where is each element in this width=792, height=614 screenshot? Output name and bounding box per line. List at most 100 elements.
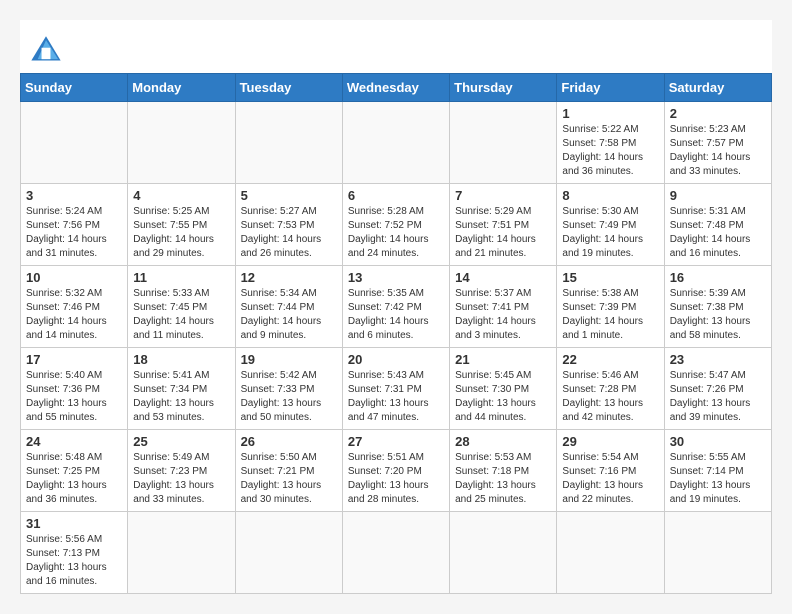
calendar-cell [342, 102, 449, 184]
day-info: Sunrise: 5:24 AM Sunset: 7:56 PM Dayligh… [26, 205, 122, 261]
week-row-4: 17 Sunrise: 5:40 AM Sunset: 7:36 PM Dayli… [21, 348, 772, 430]
calendar-cell: 10 Sunrise: 5:32 AM Sunset: 7:46 PM Dayli… [21, 266, 128, 348]
day-number: 12 [241, 270, 337, 285]
day-info: Sunrise: 5:46 AM Sunset: 7:28 PM Dayligh… [562, 369, 658, 425]
calendar-cell [235, 102, 342, 184]
calendar-cell: 11 Sunrise: 5:33 AM Sunset: 7:45 PM Dayli… [128, 266, 235, 348]
day-info: Sunrise: 5:31 AM Sunset: 7:48 PM Dayligh… [670, 205, 766, 261]
calendar-cell: 26 Sunrise: 5:50 AM Sunset: 7:21 PM Dayli… [235, 430, 342, 512]
day-info: Sunrise: 5:50 AM Sunset: 7:21 PM Dayligh… [241, 451, 337, 507]
day-number: 14 [455, 270, 551, 285]
calendar-cell [664, 512, 771, 594]
week-row-6: 31 Sunrise: 5:56 AM Sunset: 7:13 PM Dayli… [21, 512, 772, 594]
calendar-cell: 29 Sunrise: 5:54 AM Sunset: 7:16 PM Dayli… [557, 430, 664, 512]
day-number: 16 [670, 270, 766, 285]
day-number: 10 [26, 270, 122, 285]
weekday-header-thursday: Thursday [450, 74, 557, 102]
calendar-cell: 21 Sunrise: 5:45 AM Sunset: 7:30 PM Dayli… [450, 348, 557, 430]
calendar-cell: 31 Sunrise: 5:56 AM Sunset: 7:13 PM Dayli… [21, 512, 128, 594]
weekday-header-row: SundayMondayTuesdayWednesdayThursdayFrid… [21, 74, 772, 102]
header [20, 20, 772, 73]
day-number: 30 [670, 434, 766, 449]
day-number: 11 [133, 270, 229, 285]
day-info: Sunrise: 5:45 AM Sunset: 7:30 PM Dayligh… [455, 369, 551, 425]
weekday-header-saturday: Saturday [664, 74, 771, 102]
calendar-cell: 14 Sunrise: 5:37 AM Sunset: 7:41 PM Dayli… [450, 266, 557, 348]
day-number: 24 [26, 434, 122, 449]
day-info: Sunrise: 5:23 AM Sunset: 7:57 PM Dayligh… [670, 123, 766, 179]
day-number: 8 [562, 188, 658, 203]
day-info: Sunrise: 5:37 AM Sunset: 7:41 PM Dayligh… [455, 287, 551, 343]
day-info: Sunrise: 5:55 AM Sunset: 7:14 PM Dayligh… [670, 451, 766, 507]
day-info: Sunrise: 5:39 AM Sunset: 7:38 PM Dayligh… [670, 287, 766, 343]
weekday-header-friday: Friday [557, 74, 664, 102]
day-number: 3 [26, 188, 122, 203]
weekday-header-sunday: Sunday [21, 74, 128, 102]
calendar-cell: 16 Sunrise: 5:39 AM Sunset: 7:38 PM Dayli… [664, 266, 771, 348]
day-number: 19 [241, 352, 337, 367]
calendar-cell: 7Sunrise: 5:29 AM Sunset: 7:51 PM Daylig… [450, 184, 557, 266]
calendar-cell: 2Sunrise: 5:23 AM Sunset: 7:57 PM Daylig… [664, 102, 771, 184]
day-info: Sunrise: 5:25 AM Sunset: 7:55 PM Dayligh… [133, 205, 229, 261]
day-number: 23 [670, 352, 766, 367]
calendar-cell [128, 512, 235, 594]
calendar-table: SundayMondayTuesdayWednesdayThursdayFrid… [20, 73, 772, 594]
day-number: 6 [348, 188, 444, 203]
calendar-page: SundayMondayTuesdayWednesdayThursdayFrid… [20, 20, 772, 594]
day-info: Sunrise: 5:32 AM Sunset: 7:46 PM Dayligh… [26, 287, 122, 343]
calendar-cell [450, 512, 557, 594]
week-row-1: 1Sunrise: 5:22 AM Sunset: 7:58 PM Daylig… [21, 102, 772, 184]
calendar-cell: 17 Sunrise: 5:40 AM Sunset: 7:36 PM Dayli… [21, 348, 128, 430]
generalblue-logo-icon [30, 35, 62, 63]
day-info: Sunrise: 5:48 AM Sunset: 7:25 PM Dayligh… [26, 451, 122, 507]
day-number: 20 [348, 352, 444, 367]
calendar-cell: 8 Sunrise: 5:30 AM Sunset: 7:49 PM Daylig… [557, 184, 664, 266]
day-number: 31 [26, 516, 122, 531]
day-number: 27 [348, 434, 444, 449]
day-info: Sunrise: 5:27 AM Sunset: 7:53 PM Dayligh… [241, 205, 337, 261]
week-row-2: 3 Sunrise: 5:24 AM Sunset: 7:56 PM Daylig… [21, 184, 772, 266]
day-number: 15 [562, 270, 658, 285]
calendar-cell: 23 Sunrise: 5:47 AM Sunset: 7:26 PM Dayli… [664, 348, 771, 430]
week-row-5: 24 Sunrise: 5:48 AM Sunset: 7:25 PM Dayli… [21, 430, 772, 512]
weekday-header-wednesday: Wednesday [342, 74, 449, 102]
calendar-cell: 19 Sunrise: 5:42 AM Sunset: 7:33 PM Dayli… [235, 348, 342, 430]
day-number: 9 [670, 188, 766, 203]
day-info: Sunrise: 5:33 AM Sunset: 7:45 PM Dayligh… [133, 287, 229, 343]
day-number: 13 [348, 270, 444, 285]
day-number: 7 [455, 188, 551, 203]
day-number: 21 [455, 352, 551, 367]
calendar-cell [450, 102, 557, 184]
day-info: Sunrise: 5:28 AM Sunset: 7:52 PM Dayligh… [348, 205, 444, 261]
calendar-cell: 20 Sunrise: 5:43 AM Sunset: 7:31 PM Dayli… [342, 348, 449, 430]
day-info: Sunrise: 5:42 AM Sunset: 7:33 PM Dayligh… [241, 369, 337, 425]
calendar-cell: 9 Sunrise: 5:31 AM Sunset: 7:48 PM Daylig… [664, 184, 771, 266]
calendar-cell: 24 Sunrise: 5:48 AM Sunset: 7:25 PM Dayli… [21, 430, 128, 512]
calendar-cell: 25Sunrise: 5:49 AM Sunset: 7:23 PM Dayli… [128, 430, 235, 512]
day-info: Sunrise: 5:47 AM Sunset: 7:26 PM Dayligh… [670, 369, 766, 425]
calendar-cell: 28Sunrise: 5:53 AM Sunset: 7:18 PM Dayli… [450, 430, 557, 512]
day-info: Sunrise: 5:51 AM Sunset: 7:20 PM Dayligh… [348, 451, 444, 507]
day-info: Sunrise: 5:54 AM Sunset: 7:16 PM Dayligh… [562, 451, 658, 507]
day-info: Sunrise: 5:30 AM Sunset: 7:49 PM Dayligh… [562, 205, 658, 261]
day-number: 1 [562, 106, 658, 121]
day-number: 26 [241, 434, 337, 449]
calendar-cell [21, 102, 128, 184]
calendar-cell [128, 102, 235, 184]
calendar-cell [557, 512, 664, 594]
day-info: Sunrise: 5:41 AM Sunset: 7:34 PM Dayligh… [133, 369, 229, 425]
day-info: Sunrise: 5:56 AM Sunset: 7:13 PM Dayligh… [26, 533, 122, 589]
calendar-cell: 15Sunrise: 5:38 AM Sunset: 7:39 PM Dayli… [557, 266, 664, 348]
calendar-cell: 12Sunrise: 5:34 AM Sunset: 7:44 PM Dayli… [235, 266, 342, 348]
calendar-cell: 13Sunrise: 5:35 AM Sunset: 7:42 PM Dayli… [342, 266, 449, 348]
day-number: 5 [241, 188, 337, 203]
calendar-cell: 22Sunrise: 5:46 AM Sunset: 7:28 PM Dayli… [557, 348, 664, 430]
day-number: 29 [562, 434, 658, 449]
day-number: 4 [133, 188, 229, 203]
weekday-header-monday: Monday [128, 74, 235, 102]
day-info: Sunrise: 5:40 AM Sunset: 7:36 PM Dayligh… [26, 369, 122, 425]
day-info: Sunrise: 5:43 AM Sunset: 7:31 PM Dayligh… [348, 369, 444, 425]
day-number: 17 [26, 352, 122, 367]
calendar-cell: 18Sunrise: 5:41 AM Sunset: 7:34 PM Dayli… [128, 348, 235, 430]
calendar-cell: 30 Sunrise: 5:55 AM Sunset: 7:14 PM Dayli… [664, 430, 771, 512]
